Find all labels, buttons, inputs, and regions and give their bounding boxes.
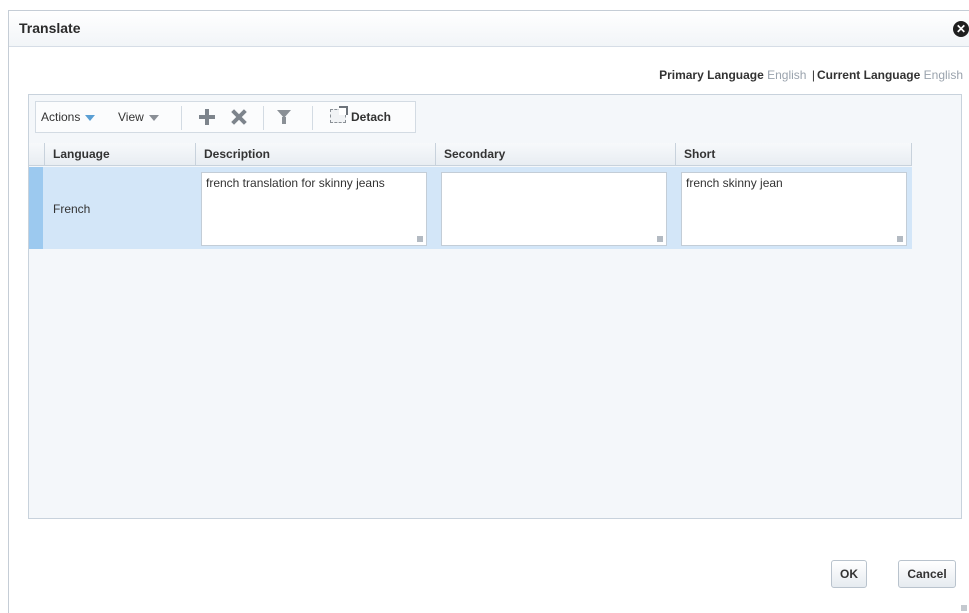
- primary-language-value: English: [767, 68, 807, 82]
- short-text: french skinny jean: [686, 176, 783, 190]
- language-separator: |: [811, 68, 815, 82]
- close-icon[interactable]: ✕: [953, 21, 969, 37]
- actions-menu-label: Actions: [41, 110, 81, 124]
- detach-label: Detach: [351, 110, 392, 124]
- current-language-value: English: [923, 68, 963, 82]
- detach-button[interactable]: Detach: [330, 102, 410, 132]
- toolbar-divider: [312, 106, 313, 130]
- translation-table-panel: Actions View Detach Language Description…: [28, 94, 962, 519]
- secondary-field[interactable]: [441, 172, 667, 246]
- column-header-language[interactable]: Language: [45, 143, 196, 165]
- dialog-titlebar: Translate ✕: [9, 11, 969, 47]
- ok-button[interactable]: OK: [831, 560, 867, 588]
- chevron-down-icon: [85, 114, 96, 121]
- description-field[interactable]: french translation for skinny jeans: [201, 172, 427, 246]
- current-language-label: Current Language: [816, 68, 921, 82]
- resize-grip-icon[interactable]: [657, 236, 663, 242]
- row-header-spacer: [29, 143, 45, 165]
- table-row[interactable]: French french translation for skinny jea…: [29, 167, 912, 249]
- delete-icon[interactable]: [228, 102, 250, 132]
- table-toolbar: Actions View Detach: [35, 101, 416, 133]
- column-header-description[interactable]: Description: [196, 143, 436, 165]
- dialog-resize-grip-icon[interactable]: [961, 605, 967, 611]
- cancel-button[interactable]: Cancel: [898, 560, 956, 588]
- translate-dialog: Translate ✕ Primary Language English | Cu…: [8, 10, 969, 613]
- resize-grip-icon[interactable]: [897, 236, 903, 242]
- detach-icon: [330, 106, 348, 123]
- primary-language-label: Primary Language: [659, 68, 764, 82]
- language-info: Primary Language English | Current Langua…: [659, 68, 963, 82]
- column-header-secondary[interactable]: Secondary: [436, 143, 676, 165]
- row-selector[interactable]: [29, 167, 43, 249]
- table-header: Language Description Secondary Short: [29, 143, 912, 166]
- short-field[interactable]: french skinny jean: [681, 172, 907, 246]
- description-text: french translation for skinny jeans: [206, 176, 385, 190]
- toolbar-divider: [263, 106, 264, 130]
- filter-icon[interactable]: [273, 102, 295, 132]
- toolbar-divider: [181, 106, 182, 130]
- language-value: French: [53, 202, 91, 216]
- dialog-title: Translate: [19, 20, 81, 36]
- chevron-down-icon: [148, 114, 159, 121]
- column-header-short[interactable]: Short: [676, 143, 912, 165]
- resize-grip-icon[interactable]: [417, 236, 423, 242]
- language-cell: French: [45, 167, 190, 249]
- view-menu[interactable]: View: [118, 102, 159, 132]
- view-menu-label: View: [118, 110, 144, 124]
- actions-menu[interactable]: Actions: [41, 102, 96, 132]
- add-icon[interactable]: [196, 102, 218, 132]
